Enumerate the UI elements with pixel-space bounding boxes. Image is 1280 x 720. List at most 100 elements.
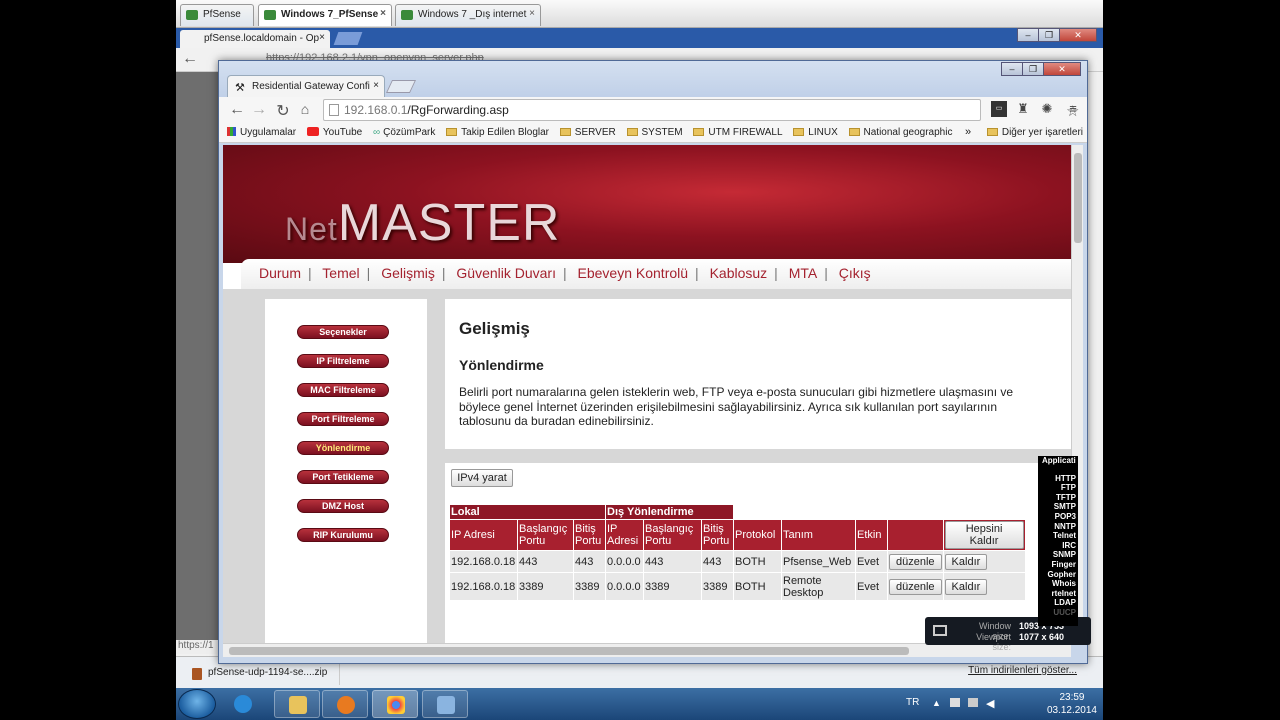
menu-item-ebeveyn-kontrolu[interactable]: Ebeveyn Kontrolü <box>578 265 689 281</box>
clock[interactable]: 23:59 03.12.2014 <box>1047 691 1097 717</box>
content-area: Seçenekler IP Filtreleme MAC Filtreleme … <box>223 289 1073 643</box>
column-header: Başlangıç Portu <box>517 519 574 551</box>
explorer-taskbar-button[interactable] <box>274 690 320 718</box>
bookmarks-bar: Uygulamalar YouTube ∞ ÇözümPark Takip Edi… <box>219 123 1087 143</box>
volume-icon[interactable]: ◀ <box>986 697 994 710</box>
vm-icon <box>264 10 276 20</box>
scroll-thumb[interactable] <box>1074 153 1082 243</box>
vm-tab-windows7-pfsense[interactable]: Windows 7_PfSense × <box>258 4 392 26</box>
new-tab-button[interactable] <box>385 80 417 93</box>
bookmark-youtube[interactable]: YouTube <box>306 123 362 138</box>
home-icon[interactable]: ⌂ <box>295 101 315 117</box>
address-bar[interactable]: 192.168.0.1/RgForwarding.asp ☆ <box>323 99 1079 121</box>
menu-icon[interactable]: ≡ <box>1065 101 1081 117</box>
media-player-taskbar-button[interactable] <box>322 690 368 718</box>
sidebar-item-port-tetikleme[interactable]: Port Tetikleme <box>297 470 389 484</box>
start-button[interactable] <box>178 689 216 719</box>
network-icon[interactable] <box>968 698 978 707</box>
ie-icon <box>234 695 252 713</box>
minimize-icon[interactable]: – <box>1001 62 1023 76</box>
minimize-icon[interactable]: – <box>1017 28 1039 42</box>
column-header: IP Adresi <box>449 519 518 551</box>
close-icon[interactable]: ✕ <box>1059 28 1097 42</box>
zip-file-icon <box>192 668 202 680</box>
sidebar-item-rip-kurulumu[interactable]: RIP Kurulumu <box>297 528 389 542</box>
flag-icon[interactable] <box>950 698 960 707</box>
forward-arrow-icon[interactable]: → <box>249 101 269 119</box>
bookmark-folder-linux[interactable]: LINUX <box>793 123 838 138</box>
scroll-thumb[interactable] <box>229 647 909 655</box>
remove-button[interactable]: Kaldır <box>944 553 988 570</box>
menu-item-mta[interactable]: MTA <box>789 265 818 281</box>
remove-all-button[interactable]: Hepsini Kaldır <box>944 521 1024 549</box>
toolbar: ← → ↻ ⌂ 192.168.0.1/RgForwarding.asp ☆ ▭ … <box>219 97 1087 123</box>
language-indicator[interactable]: TR <box>906 697 919 708</box>
menu-separator: | <box>308 265 312 281</box>
menu-item-guvenlik-duvari[interactable]: Güvenlik Duvarı <box>456 265 556 281</box>
menu-separator: | <box>695 265 699 281</box>
main-panel: Gelişmiş Yönlendirme Belirli port numara… <box>445 299 1071 643</box>
ie-taskbar-button[interactable] <box>220 690 266 718</box>
bookmark-folder-system[interactable]: SYSTEM <box>626 123 683 138</box>
settings-extension-icon[interactable]: ✺ <box>1039 101 1055 117</box>
close-icon[interactable]: × <box>380 8 386 19</box>
folder-icon <box>793 128 805 136</box>
remote-desktop-taskbar-button[interactable] <box>422 690 468 718</box>
close-icon[interactable]: ✕ <box>1043 62 1081 76</box>
new-tab-button[interactable] <box>333 32 363 45</box>
ipv4-create-button[interactable]: IPv4 yarat <box>451 469 513 487</box>
folder-icon <box>693 128 705 136</box>
edit-button[interactable]: düzenle <box>889 578 942 595</box>
sidebar-item-ip-filtreleme[interactable]: IP Filtreleme <box>297 354 389 368</box>
menu-item-cikis[interactable]: Çıkış <box>839 265 871 281</box>
bookmark-apps[interactable]: Uygulamalar <box>227 123 296 138</box>
vm-tab-windows7-external[interactable]: Windows 7 _Dış internet × <box>395 4 541 26</box>
horizontal-scrollbar[interactable] <box>223 643 1071 657</box>
apps-grid-icon <box>227 127 236 136</box>
main-menu: Durum | Temel | Gelişmiş | Güvenlik Duvarı |… <box>241 259 1073 289</box>
tab-strip: ⚒ Residential Gateway Confi × – ❐ ✕ <box>219 61 1087 97</box>
menu-item-temel[interactable]: Temel <box>322 265 359 281</box>
window-resizer-extension-icon[interactable]: ▭ <box>991 101 1007 117</box>
bookmark-folder-blogs[interactable]: Takip Edilen Bloglar <box>446 123 549 138</box>
close-icon[interactable]: × <box>319 32 325 43</box>
download-item[interactable]: pfSense-udp-1194-se....zip <box>190 663 340 685</box>
sidebar-item-port-filtreleme[interactable]: Port Filtreleme <box>297 412 389 426</box>
bookmark-cozumpark[interactable]: ∞ ÇözümPark <box>373 123 435 138</box>
reload-icon[interactable]: ↻ <box>273 101 293 121</box>
close-icon[interactable]: × <box>529 8 535 19</box>
back-arrow-icon[interactable]: ← <box>227 101 247 119</box>
applications-list: Applicati HTTP FTP TFTP SMTP POP3 NNTP T… <box>1038 456 1078 626</box>
edit-button[interactable]: düzenle <box>889 553 942 570</box>
column-header: Bitiş Portu <box>701 519 734 551</box>
back-arrow-icon[interactable]: ← <box>180 50 200 68</box>
sidebar-item-mac-filtreleme[interactable]: MAC Filtreleme <box>297 383 389 397</box>
vm-tab-pfsense[interactable]: PfSense <box>180 4 254 26</box>
close-icon[interactable]: × <box>373 80 379 91</box>
bookmark-folder-natgeo[interactable]: National geographic <box>848 123 952 138</box>
sidebar-item-secenekler[interactable]: Seçenekler <box>297 325 389 339</box>
menu-item-durum[interactable]: Durum <box>259 265 301 281</box>
menu-item-gelismis[interactable]: Gelişmiş <box>381 265 435 281</box>
maximize-icon[interactable]: ❐ <box>1022 62 1044 76</box>
maximize-icon[interactable]: ❐ <box>1038 28 1060 42</box>
sidebar-item-dmz-host[interactable]: DMZ Host <box>297 499 389 513</box>
chef-extension-icon[interactable]: ♜ <box>1015 101 1031 117</box>
column-header: Protokol <box>733 519 782 551</box>
show-all-downloads-link[interactable]: Tüm indirilenleri göster... <box>968 665 1077 676</box>
tab-residential-gateway[interactable]: ⚒ Residential Gateway Confi × <box>227 75 385 97</box>
background-tab[interactable]: pfSense.localdomain - Op × <box>180 30 330 48</box>
remove-button[interactable]: Kaldır <box>944 578 988 595</box>
bookmark-folder-server[interactable]: SERVER <box>559 123 616 138</box>
tray-arrow-icon[interactable]: ▲ <box>932 698 941 708</box>
vm-tab-bar: PfSense Windows 7_PfSense × Windows 7 _Dı… <box>176 0 1103 28</box>
sidebar-item-yonlendirme[interactable]: Yönlendirme <box>297 441 389 455</box>
menu-item-kablosuz[interactable]: Kablosuz <box>710 265 768 281</box>
window-controls: – ❐ ✕ <box>1017 28 1097 42</box>
more-bookmarks-chevron-icon[interactable]: » <box>965 126 971 138</box>
remote-desktop-icon <box>437 696 455 714</box>
media-player-icon <box>337 696 355 714</box>
other-bookmarks[interactable]: Diğer yer işaretleri <box>986 127 1083 138</box>
chrome-taskbar-button[interactable] <box>372 690 418 718</box>
bookmark-folder-utm[interactable]: UTM FIREWALL <box>693 123 783 138</box>
